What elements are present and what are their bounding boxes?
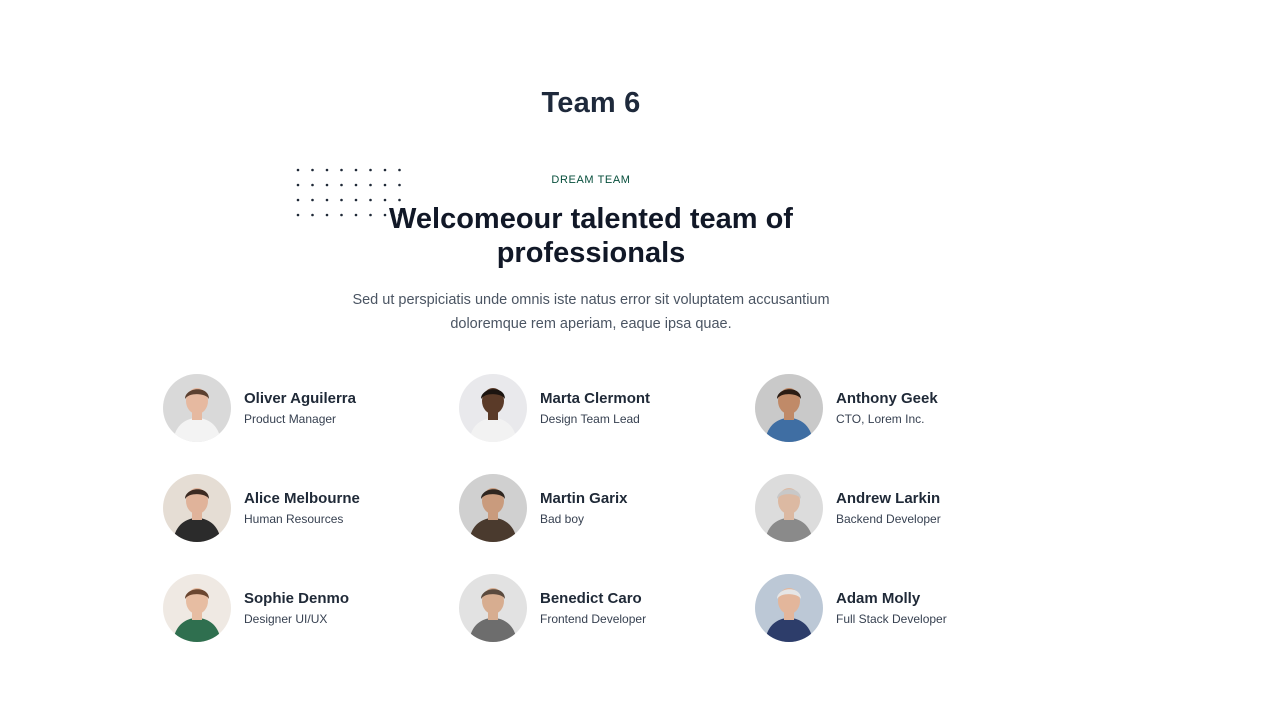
member-avatar (163, 574, 231, 642)
member-avatar (163, 474, 231, 542)
member-avatar (755, 574, 823, 642)
decoration-dot (311, 198, 314, 202)
member-info: Alice Melbourne Human Resources (244, 474, 360, 527)
member-info: Adam Molly Full Stack Developer (836, 574, 947, 627)
portrait-photo (459, 574, 527, 642)
portrait-photo (163, 574, 231, 642)
member-role: Bad boy (540, 512, 585, 526)
member-name: Anthony Geek (836, 390, 938, 407)
team-member-card: Marta Clermont Design Team Lead (459, 374, 755, 474)
member-role: Product Manager (244, 412, 337, 426)
headline-line-1: Welcomeour talented team of (389, 203, 793, 235)
decoration-dot (311, 168, 314, 172)
member-info: Marta Clermont Design Team Lead (540, 374, 650, 427)
decoration-dot (369, 198, 372, 202)
decoration-dot (325, 168, 329, 172)
decoration-dot (398, 198, 401, 202)
team-member-card: Oliver Aguilerra Product Manager (163, 374, 459, 474)
decoration-dot (383, 198, 387, 202)
member-avatar (755, 374, 823, 442)
description-line-2: doloremque rem aperiam, eaque ipsa quae. (450, 316, 732, 332)
decoration-dot (296, 198, 300, 202)
section-description: Sed ut perspiciatis unde omnis iste natu… (0, 288, 1182, 336)
member-role: Design Team Lead (540, 412, 640, 426)
member-role: CTO, Lorem Inc. (836, 412, 925, 426)
portrait-photo (755, 474, 823, 542)
section-headline: Welcomeour talented team of professional… (0, 202, 1182, 270)
member-role: Full Stack Developer (836, 612, 947, 626)
portrait-photo (163, 474, 231, 542)
team-grid: Oliver Aguilerra Product Manager Marta Cle… (163, 374, 1063, 674)
portrait-photo (755, 374, 823, 442)
decoration-dot (398, 168, 401, 172)
member-info: Anthony Geek CTO, Lorem Inc. (836, 374, 938, 427)
member-avatar (459, 474, 527, 542)
member-info: Oliver Aguilerra Product Manager (244, 374, 356, 427)
decoration-dot (296, 168, 300, 172)
member-name: Sophie Denmo (244, 590, 350, 607)
decoration-dot (354, 198, 358, 202)
member-role: Designer UI/UX (244, 612, 328, 626)
portrait-photo (755, 574, 823, 642)
decoration-dot (369, 168, 372, 172)
member-name: Benedict Caro (540, 590, 642, 607)
member-info: Benedict Caro Frontend Developer (540, 574, 646, 627)
team-member-card: Andrew Larkin Backend Developer (755, 474, 1051, 574)
section-eyebrow: DREAM TEAM (551, 174, 631, 186)
member-role: Frontend Developer (540, 612, 647, 626)
team-member-card: Anthony Geek CTO, Lorem Inc. (755, 374, 1051, 474)
member-info: Martin Garix Bad boy (540, 474, 628, 527)
decoration-dot (340, 168, 343, 172)
member-name: Adam Molly (836, 590, 921, 607)
team-member-card: Benedict Caro Frontend Developer (459, 574, 755, 674)
page-title: Team 6 (541, 87, 641, 120)
member-avatar (459, 574, 527, 642)
member-name: Oliver Aguilerra (244, 390, 356, 407)
headline-line-2: professionals (496, 237, 686, 269)
member-name: Andrew Larkin (836, 490, 941, 507)
member-info: Sophie Denmo Designer UI/UX (244, 574, 349, 627)
member-name: Martin Garix (540, 490, 628, 507)
member-avatar (755, 474, 823, 542)
team-member-card: Alice Melbourne Human Resources (163, 474, 459, 574)
decoration-dot (340, 198, 343, 202)
team-member-card: Sophie Denmo Designer UI/UX (163, 574, 459, 674)
team-member-card: Martin Garix Bad boy (459, 474, 755, 574)
portrait-photo (459, 374, 527, 442)
portrait-photo (459, 474, 527, 542)
member-info: Andrew Larkin Backend Developer (836, 474, 941, 527)
portrait-photo (163, 374, 231, 442)
decoration-dot (354, 168, 358, 172)
member-name: Marta Clermont (540, 390, 651, 407)
member-name: Alice Melbourne (244, 490, 360, 507)
description-line-1: Sed ut perspiciatis unde omnis iste natu… (352, 292, 830, 308)
member-role: Backend Developer (836, 512, 941, 526)
decoration-dot (325, 198, 329, 202)
member-avatar (459, 374, 527, 442)
member-role: Human Resources (244, 512, 344, 526)
team-member-card: Adam Molly Full Stack Developer (755, 574, 1051, 674)
decoration-dot (383, 168, 387, 172)
member-avatar (163, 374, 231, 442)
